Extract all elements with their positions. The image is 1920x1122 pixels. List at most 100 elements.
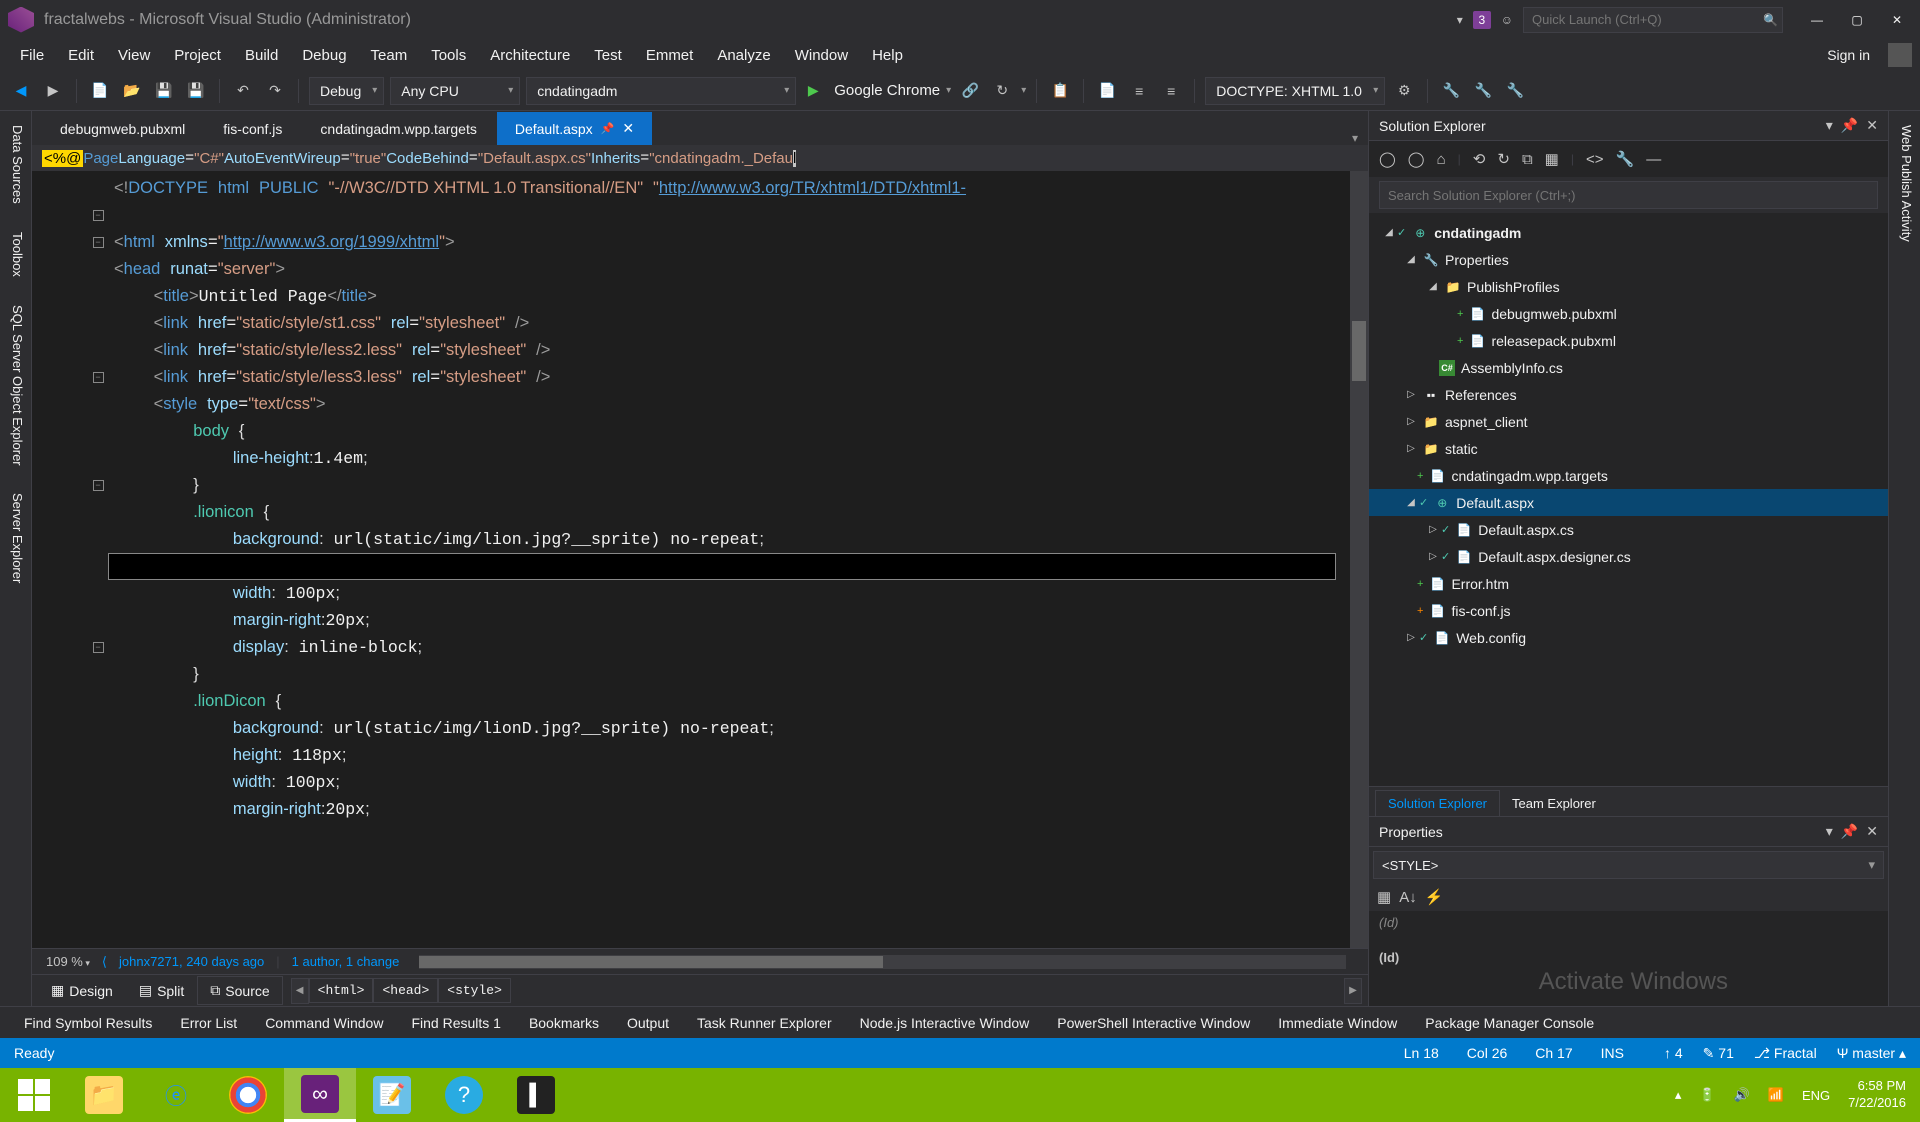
tree-aspnet[interactable]: ▷📁aspnet_client [1369, 408, 1888, 435]
nav-fwd-button[interactable]: ▶ [40, 78, 66, 104]
fold-icon[interactable]: − [93, 480, 104, 491]
se-code-icon[interactable]: <> [1586, 151, 1604, 168]
tree-error[interactable]: +📄Error.htm [1369, 570, 1888, 597]
maximize-button[interactable]: ▢ [1842, 8, 1872, 32]
tree-defaultcs[interactable]: ▷✓📄Default.aspx.cs [1369, 516, 1888, 543]
clock[interactable]: 6:58 PM7/22/2016 [1848, 1078, 1906, 1112]
se-preview-icon[interactable]: — [1646, 151, 1661, 168]
view-split[interactable]: ▤Split [126, 976, 197, 1005]
flag-icon[interactable]: ▾ [1457, 13, 1463, 27]
btab-1[interactable]: Error List [166, 1010, 251, 1036]
tree-pub1[interactable]: +📄debugmweb.pubxml [1369, 300, 1888, 327]
indent-button[interactable]: ≡ [1126, 78, 1152, 104]
feedback-icon[interactable]: ☺ [1501, 13, 1513, 27]
pin-icon[interactable]: 📌 [1841, 823, 1858, 840]
browser-label[interactable]: Google Chrome [834, 82, 940, 99]
browser-link-button[interactable]: 🔗 [957, 78, 983, 104]
props-events-icon[interactable]: ⚡ [1425, 888, 1444, 906]
fold-icon[interactable]: − [93, 372, 104, 383]
tool-button-2[interactable]: 📄 [1094, 78, 1120, 104]
redo-button[interactable]: ↷ [262, 78, 288, 104]
fold-icon[interactable]: − [93, 642, 104, 653]
properties-combo[interactable]: <STYLE> [1373, 851, 1884, 879]
tab-team-explorer[interactable]: Team Explorer [1500, 791, 1608, 816]
btab-6[interactable]: Task Runner Explorer [683, 1010, 846, 1036]
tree-publishprofiles[interactable]: ◢📁PublishProfiles [1369, 273, 1888, 300]
volume-icon[interactable]: 🔊 [1734, 1087, 1750, 1103]
menu-architecture[interactable]: Architecture [478, 43, 582, 68]
panel-dropdown-icon[interactable]: ▾ [1826, 823, 1833, 840]
solution-search-input[interactable] [1379, 181, 1878, 209]
doctype-dropdown[interactable]: DOCTYPE: XHTML 1.0 [1205, 77, 1385, 105]
tree-fis[interactable]: +📄fis-conf.js [1369, 597, 1888, 624]
status-publish[interactable]: ↑ 4 [1664, 1045, 1683, 1061]
view-source[interactable]: ⧉Source [197, 976, 282, 1005]
avatar-icon[interactable] [1888, 43, 1912, 67]
outdent-button[interactable]: ≡ [1158, 78, 1184, 104]
notification-badge[interactable]: 3 [1473, 11, 1491, 29]
menu-emmet[interactable]: Emmet [634, 43, 706, 68]
nav-back-button[interactable]: ◀ [8, 78, 34, 104]
tool-button-1[interactable]: 📋 [1047, 78, 1073, 104]
crumb-prev[interactable]: ◀ [291, 978, 309, 1004]
menu-debug[interactable]: Debug [290, 43, 358, 68]
tab-data-sources[interactable]: Data Sources [0, 111, 31, 218]
quick-launch-input[interactable] [1523, 7, 1783, 33]
doc-tab-1[interactable]: fis-conf.js [205, 113, 300, 145]
refresh-button[interactable]: ↻ [989, 78, 1015, 104]
btab-4[interactable]: Bookmarks [515, 1010, 613, 1036]
tabs-overflow-icon[interactable]: ▾ [1352, 131, 1358, 145]
lang-indicator[interactable]: ENG [1802, 1088, 1830, 1103]
blame-info[interactable]: johnx7271, 240 days ago [119, 954, 264, 969]
view-design[interactable]: ▦Design [38, 976, 126, 1005]
menu-edit[interactable]: Edit [56, 43, 106, 68]
search-icon[interactable]: 🔍 [1763, 13, 1778, 27]
breadcrumb-2[interactable]: <style> [438, 978, 511, 1003]
menu-file[interactable]: File [8, 43, 56, 68]
tree-defaultdes[interactable]: ▷✓📄Default.aspx.designer.cs [1369, 543, 1888, 570]
fold-icon[interactable]: − [93, 237, 104, 248]
tab-solution-explorer[interactable]: Solution Explorer [1375, 790, 1500, 816]
menu-view[interactable]: View [106, 43, 162, 68]
start-button[interactable]: ▶ [802, 78, 828, 104]
menu-project[interactable]: Project [162, 43, 233, 68]
startup-dropdown[interactable]: cndatingadm [526, 77, 796, 105]
status-branch[interactable]: Ψ master ▴ [1837, 1045, 1906, 1062]
btab-7[interactable]: Node.js Interactive Window [846, 1010, 1044, 1036]
task-explorer[interactable]: 📁 [68, 1068, 140, 1122]
tray-up-icon[interactable]: ▴ [1675, 1087, 1682, 1103]
props-az-icon[interactable]: A↓ [1399, 889, 1417, 906]
tab-toolbox[interactable]: Toolbox [0, 218, 31, 291]
platform-dropdown[interactable]: Any CPU [390, 77, 520, 105]
btab-8[interactable]: PowerShell Interactive Window [1043, 1010, 1264, 1036]
se-props-icon[interactable]: 🔧 [1616, 150, 1635, 168]
menu-window[interactable]: Window [783, 43, 860, 68]
se-collapse-icon[interactable]: ⧉ [1522, 151, 1533, 168]
tab-server-explorer[interactable]: Server Explorer [0, 479, 31, 597]
props-cat-icon[interactable]: ▦ [1377, 888, 1391, 906]
status-changes[interactable]: ✎ 71 [1703, 1045, 1734, 1062]
open-button[interactable]: 📂 [119, 78, 145, 104]
tab-sql-explorer[interactable]: SQL Server Object Explorer [0, 291, 31, 480]
status-repo[interactable]: ⎇ Fractal [1754, 1045, 1817, 1062]
task-help[interactable]: ? [428, 1068, 500, 1122]
start-button[interactable] [0, 1068, 68, 1122]
task-chrome[interactable] [212, 1068, 284, 1122]
se-refresh-icon[interactable]: ↻ [1497, 150, 1510, 168]
menu-team[interactable]: Team [359, 43, 420, 68]
config-dropdown[interactable]: Debug [309, 77, 384, 105]
btab-5[interactable]: Output [613, 1010, 683, 1036]
fold-icon[interactable]: − [93, 210, 104, 221]
btab-2[interactable]: Command Window [251, 1010, 397, 1036]
btab-3[interactable]: Find Results 1 [397, 1010, 514, 1036]
save-all-button[interactable]: 💾 [183, 78, 209, 104]
se-showall-icon[interactable]: ▦ [1545, 150, 1559, 168]
save-button[interactable]: 💾 [151, 78, 177, 104]
pin-icon[interactable]: 📌 [1841, 117, 1858, 134]
tree-pub2[interactable]: +📄releasepack.pubxml [1369, 327, 1888, 354]
tree-default[interactable]: ◢✓⊕Default.aspx [1369, 489, 1888, 516]
tool-button-4[interactable]: 🔧 [1438, 78, 1464, 104]
crumb-next[interactable]: ▶ [1344, 978, 1362, 1004]
sign-in-link[interactable]: Sign in [1815, 43, 1882, 67]
menu-test[interactable]: Test [582, 43, 634, 68]
